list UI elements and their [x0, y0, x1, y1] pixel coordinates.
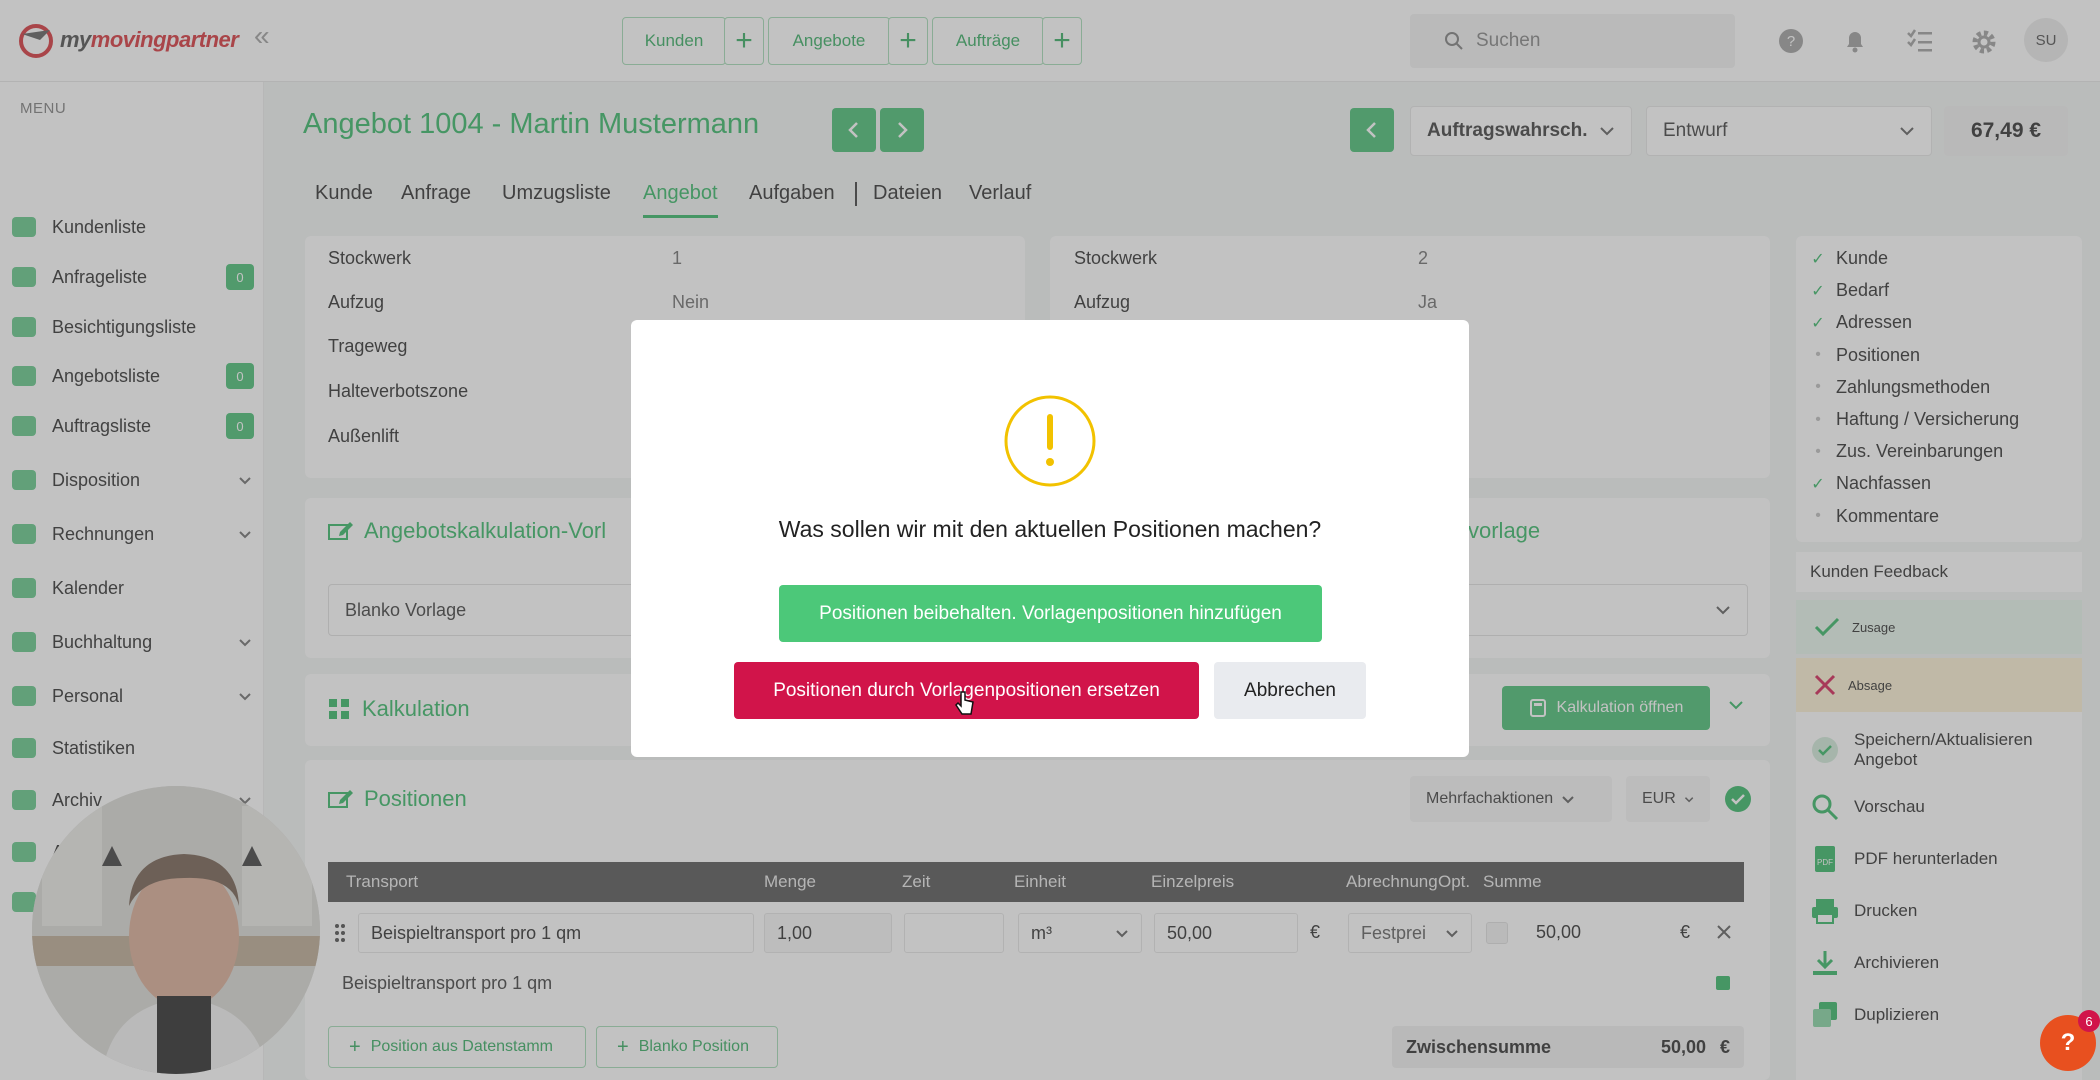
help-label: ?	[2060, 1029, 2076, 1056]
cancel-label: Abbrechen	[1244, 679, 1336, 701]
keep-positions-button[interactable]: Positionen beibehalten. Vorlagenposition…	[779, 585, 1322, 642]
keep-positions-label: Positionen beibehalten. Vorlagenposition…	[819, 602, 1282, 624]
help-notification-badge: 6	[2078, 1010, 2100, 1032]
confirmation-dialog: Was sollen wir mit den aktuellen Positio…	[631, 320, 1469, 757]
mouse-pointer-icon	[955, 690, 977, 718]
dialog-question: Was sollen wir mit den aktuellen Positio…	[778, 516, 1322, 542]
cancel-button[interactable]: Abbrechen	[1214, 662, 1366, 719]
warning-icon	[1003, 394, 1097, 488]
